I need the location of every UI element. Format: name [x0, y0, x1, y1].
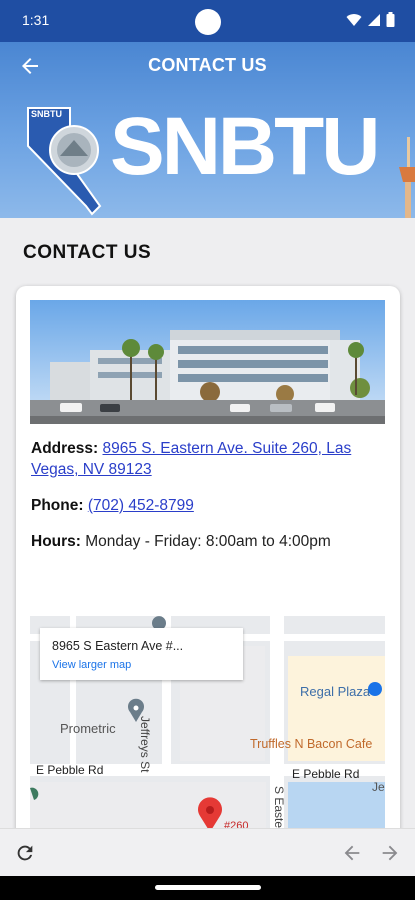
- hours-row: Hours: Monday - Friday: 8:00am to 4:00pm: [31, 531, 386, 552]
- screen: 1:31 CONTACT US SNBTU SNBTU CONTACT US A…: [0, 0, 415, 900]
- map-label-pebble-right: E Pebble Rd: [292, 767, 360, 781]
- hours-label: Hours:: [31, 533, 81, 550]
- map-label-je: Je: [372, 780, 385, 794]
- content-area: CONTACT US Address: 8965 S. Eastern Ave.…: [0, 218, 415, 846]
- bottom-toolbar: [0, 828, 415, 876]
- badge-text: SNBTU: [31, 109, 62, 119]
- battery-icon: [386, 12, 395, 27]
- phone-row: Phone: (702) 452-8799: [31, 495, 386, 516]
- embedded-map[interactable]: 8965 S Eastern Ave #... View larger map …: [30, 616, 385, 846]
- contact-card: Address: 8965 S. Eastern Ave. Suite 260,…: [16, 286, 400, 846]
- home-indicator[interactable]: [155, 885, 261, 890]
- snbtu-wordmark: SNBTU: [110, 101, 380, 192]
- map-info-popup: 8965 S Eastern Ave #... View larger map: [40, 628, 243, 680]
- map-label-jeffreys-st: Jeffreys St: [138, 716, 152, 773]
- screen-title: CONTACT US: [148, 55, 267, 75]
- status-time: 1:31: [22, 12, 50, 28]
- camera-cutout: [195, 9, 221, 35]
- cellular-signal-icon: [368, 13, 380, 26]
- address-label: Address:: [31, 440, 99, 457]
- reload-icon[interactable]: [14, 842, 36, 864]
- view-larger-map-link[interactable]: View larger map: [52, 659, 131, 671]
- phone-label: Phone:: [31, 497, 84, 514]
- map-label-prometric: Prometric: [60, 721, 116, 736]
- status-icons: [346, 12, 395, 27]
- wifi-icon: [346, 13, 362, 26]
- office-building-photo: [30, 300, 385, 424]
- gesture-bar: [0, 876, 415, 900]
- map-label-s-eastern: S Easte: [272, 786, 286, 829]
- map-label-pebble-left: E Pebble Rd: [36, 763, 104, 777]
- hours-time: 8:00am to 4:00pm: [205, 533, 331, 550]
- app-header: CONTACT US SNBTU SNBTU: [0, 42, 415, 218]
- address-row: Address: 8965 S. Eastern Ave. Suite 260,…: [31, 438, 386, 480]
- phone-link[interactable]: (702) 452-8799: [88, 497, 194, 514]
- page-heading: CONTACT US: [23, 242, 152, 263]
- snbtu-badge-logo: SNBTU: [26, 106, 102, 218]
- hours-days: Monday - Friday:: [85, 533, 202, 550]
- map-label-regal-plaza: Regal Plaza: [300, 684, 371, 699]
- nav-back-arrow-icon[interactable]: [341, 842, 363, 864]
- stratosphere-tower-image: [399, 137, 415, 218]
- status-bar: 1:31: [0, 0, 415, 42]
- map-popup-address: 8965 S Eastern Ave #...: [52, 639, 184, 653]
- map-label-truffles: Truffles N Bacon Cafe: [250, 737, 373, 751]
- nav-forward-arrow-icon[interactable]: [379, 842, 401, 864]
